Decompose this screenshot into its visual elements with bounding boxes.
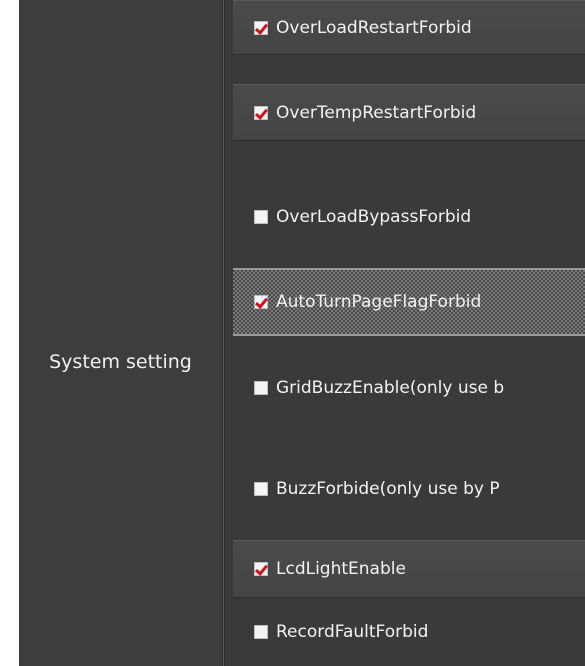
setting-label: LcdLightEnable (276, 559, 406, 579)
settings-panel: System setting OverLoadRestartForbid Ove… (19, 0, 585, 666)
settings-list: OverLoadRestartForbid OverTempRestartFor… (233, 0, 585, 666)
setting-label: RecordFaultForbid (276, 622, 429, 642)
setting-label: GridBuzzEnable(only use b (276, 378, 505, 398)
setting-row-record-fault-forbid[interactable]: RecordFaultForbid (233, 598, 585, 666)
checkbox-unchecked-icon[interactable] (254, 210, 268, 224)
setting-row-lcd-light-enable[interactable]: LcdLightEnable (233, 540, 585, 598)
checkbox-checked-icon[interactable] (254, 105, 268, 120)
setting-row-auto-turn-page-flag-forbid[interactable]: AutoTurnPageFlagForbid (233, 268, 585, 336)
setting-label: OverTempRestartForbid (276, 102, 477, 123)
setting-row-overload-bypass-forbid[interactable]: OverLoadBypassForbid (233, 166, 585, 268)
setting-row-grid-buzz-enable[interactable]: GridBuzzEnable(only use b (233, 336, 585, 440)
checkbox-checked-icon[interactable] (254, 295, 268, 309)
checkbox-checked-icon[interactable] (254, 562, 268, 576)
setting-label: OverLoadRestartForbid (276, 17, 472, 38)
checkbox-unchecked-icon[interactable] (254, 482, 268, 496)
setting-row-overload-restart-forbid[interactable]: OverLoadRestartForbid (233, 0, 585, 55)
checkbox-unchecked-icon[interactable] (254, 625, 268, 639)
setting-label: AutoTurnPageFlagForbid (276, 292, 482, 312)
setting-row-overtemp-restart-forbid[interactable]: OverTempRestartForbid (233, 84, 585, 141)
category-cell: System setting (19, 0, 222, 666)
checkbox-unchecked-icon[interactable] (254, 381, 268, 395)
setting-row-buzz-forbide[interactable]: BuzzForbide(only use by P (233, 440, 585, 538)
setting-label: OverLoadBypassForbid (276, 207, 472, 227)
setting-label: BuzzForbide(only use by P (276, 479, 500, 499)
checkbox-checked-icon[interactable] (254, 20, 268, 35)
category-label: System setting (49, 351, 192, 373)
column-divider (222, 0, 225, 666)
